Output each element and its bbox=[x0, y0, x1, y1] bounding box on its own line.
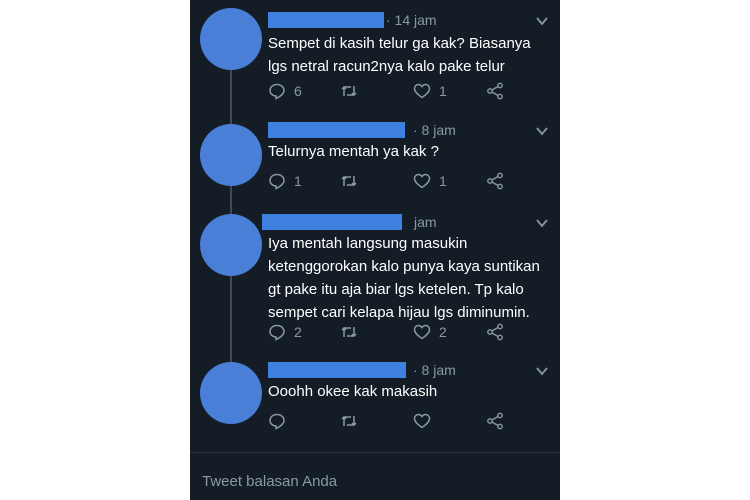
timestamp: jam bbox=[414, 214, 437, 230]
redacted-username[interactable] bbox=[262, 214, 402, 230]
reply-button[interactable] bbox=[268, 410, 286, 432]
redacted-username[interactable] bbox=[268, 12, 384, 28]
timeline-panel: · 14 jam Sempet di kasih telur ga kak? B… bbox=[190, 0, 560, 500]
timestamp: · 14 jam bbox=[386, 12, 437, 28]
chevron-down-icon[interactable] bbox=[536, 16, 548, 26]
like-button[interactable] bbox=[413, 410, 431, 432]
timestamp: · 8 jam bbox=[413, 122, 456, 138]
thread-line bbox=[230, 270, 232, 370]
reply-box[interactable]: Tweet balasan Anda bbox=[190, 452, 560, 500]
retweet-button[interactable] bbox=[340, 410, 358, 432]
reply-count: 6 bbox=[294, 83, 302, 99]
chevron-down-icon[interactable] bbox=[536, 126, 548, 136]
reply-icon bbox=[269, 324, 285, 341]
retweet-button[interactable] bbox=[340, 80, 358, 102]
share-icon bbox=[487, 82, 503, 100]
avatar[interactable] bbox=[200, 124, 262, 186]
like-count: 2 bbox=[439, 324, 447, 340]
retweet-icon bbox=[341, 175, 357, 187]
divider bbox=[190, 452, 560, 453]
tweet-actions: 6 1 bbox=[268, 80, 508, 102]
tweet-text: Sempet di kasih telur ga kak? Biasanya l… bbox=[268, 35, 531, 75]
redacted-username[interactable] bbox=[268, 122, 405, 138]
reply-icon bbox=[269, 173, 285, 190]
chevron-down-icon[interactable] bbox=[536, 366, 548, 376]
reply-button[interactable]: 1 bbox=[268, 170, 302, 192]
retweet-icon bbox=[341, 85, 357, 97]
reply-count: 1 bbox=[294, 173, 302, 189]
like-button[interactable]: 1 bbox=[413, 80, 447, 102]
like-count: 1 bbox=[439, 173, 447, 189]
heart-icon bbox=[413, 413, 431, 429]
tweet-actions bbox=[268, 410, 508, 432]
heart-icon bbox=[413, 83, 431, 99]
tweet-text: Ooohh okee kak makasih bbox=[268, 383, 438, 400]
redacted-username[interactable] bbox=[268, 362, 406, 378]
retweet-button[interactable] bbox=[340, 170, 358, 192]
chevron-down-icon[interactable] bbox=[536, 218, 548, 228]
like-button[interactable]: 2 bbox=[413, 321, 447, 343]
reply-count: 2 bbox=[294, 324, 302, 340]
share-icon bbox=[487, 412, 503, 430]
share-icon bbox=[487, 172, 503, 190]
like-count: 1 bbox=[439, 83, 447, 99]
share-icon bbox=[487, 323, 503, 341]
timestamp: · 8 jam bbox=[413, 362, 456, 378]
like-button[interactable]: 1 bbox=[413, 170, 447, 192]
retweet-button[interactable] bbox=[340, 321, 358, 343]
reply-button[interactable]: 2 bbox=[268, 321, 302, 343]
reply-icon bbox=[269, 83, 285, 100]
tweet-text: Iya mentah langsung masukin ketenggoroka… bbox=[268, 235, 540, 321]
tweet-text: Telurnya mentah ya kak ? bbox=[268, 143, 439, 160]
reply-icon bbox=[269, 413, 285, 430]
retweet-icon bbox=[341, 415, 357, 427]
heart-icon bbox=[413, 324, 431, 340]
share-button[interactable] bbox=[486, 170, 504, 192]
share-button[interactable] bbox=[486, 80, 504, 102]
heart-icon bbox=[413, 173, 431, 189]
reply-button[interactable]: 6 bbox=[268, 80, 302, 102]
tweet-actions: 2 2 bbox=[268, 321, 508, 343]
avatar[interactable] bbox=[200, 362, 262, 424]
share-button[interactable] bbox=[486, 321, 504, 343]
share-button[interactable] bbox=[486, 410, 504, 432]
reply-input-placeholder[interactable]: Tweet balasan Anda bbox=[202, 473, 337, 490]
retweet-icon bbox=[341, 326, 357, 338]
thread-line bbox=[230, 68, 232, 126]
tweet-actions: 1 1 bbox=[268, 170, 508, 192]
avatar[interactable] bbox=[200, 8, 262, 70]
avatar[interactable] bbox=[200, 214, 262, 276]
